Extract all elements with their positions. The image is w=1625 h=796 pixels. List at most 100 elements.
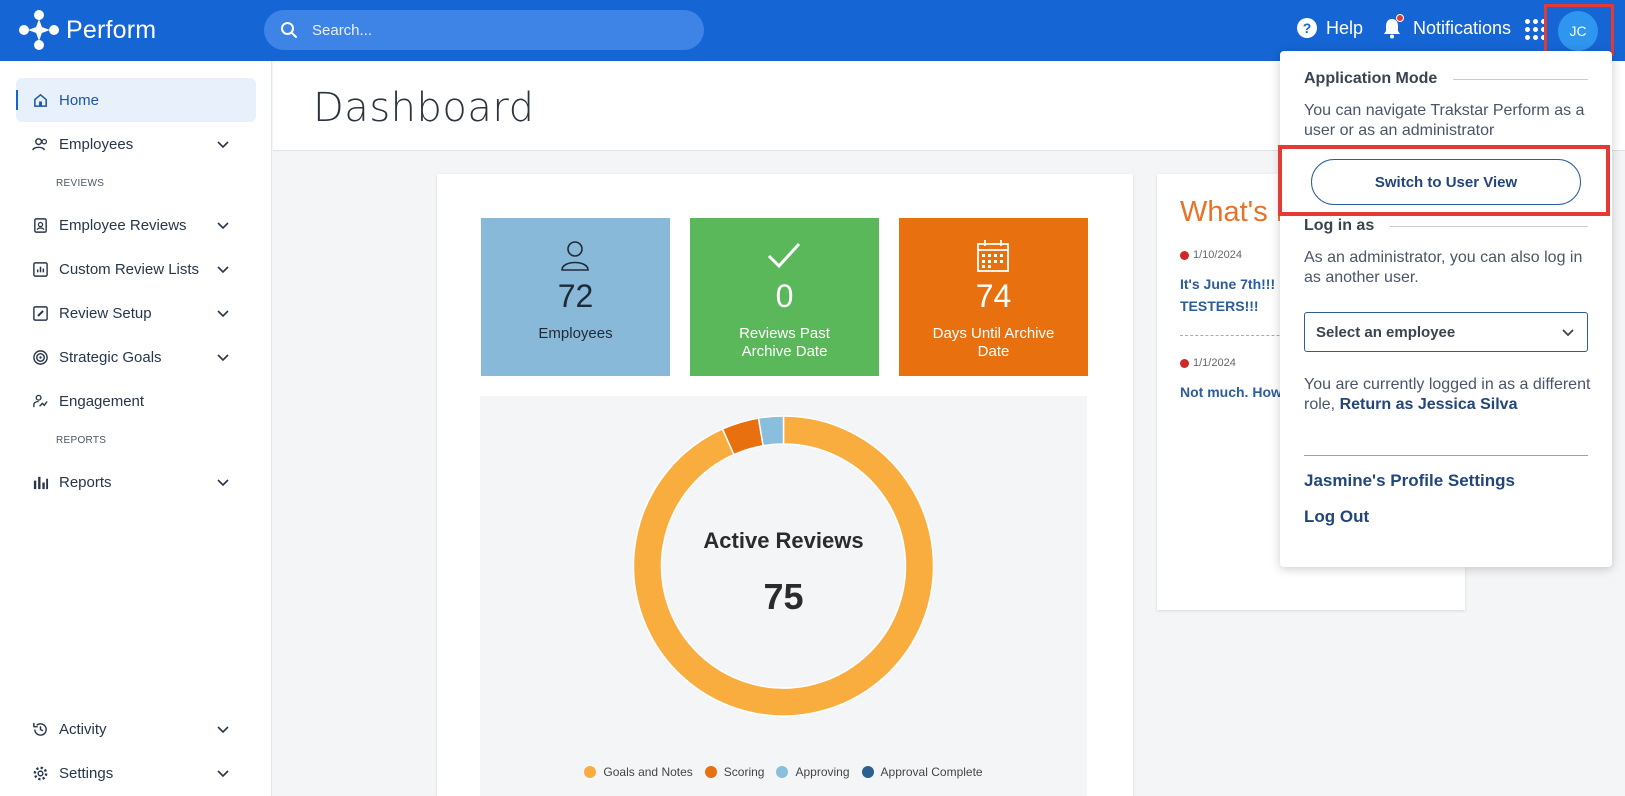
- chevron-down-icon: [217, 310, 229, 318]
- sidebar-item-reports[interactable]: Reports: [16, 460, 256, 504]
- chevron-down-icon: [1562, 329, 1574, 337]
- legend-swatch: [861, 766, 874, 778]
- tile-reviews-past-archive[interactable]: 0 Reviews Past Archive Date: [690, 218, 879, 376]
- tile-employees[interactable]: 72 Employees: [481, 218, 670, 376]
- profile-settings-link[interactable]: Jasmine's Profile Settings: [1304, 471, 1515, 491]
- calendar-icon: [977, 240, 1009, 272]
- edit-document-icon: [33, 305, 48, 321]
- notifications-label: Notifications: [1413, 17, 1512, 38]
- tile-days-until-archive[interactable]: 74 Days Until Archive Date: [899, 218, 1088, 376]
- legend-item[interactable]: Scoring: [704, 765, 765, 779]
- section-label-reports: REPORTS: [56, 435, 107, 446]
- sidebar-item-label: Reports: [59, 473, 112, 491]
- legend-label: Approving: [795, 765, 850, 779]
- history-icon: [33, 722, 47, 736]
- unread-dot-icon: [1180, 358, 1189, 368]
- sidebar-item-settings[interactable]: Settings: [16, 751, 256, 795]
- log-in-as-heading: Log in as: [1304, 217, 1588, 235]
- sidebar-item-custom-review-lists[interactable]: Custom Review Lists: [16, 247, 256, 291]
- avatar-highlight: JC: [1544, 4, 1614, 56]
- sidebar-item-strategic-goals[interactable]: Strategic Goals: [16, 335, 256, 379]
- notification-dot: [1396, 14, 1404, 22]
- svg-text:?: ?: [1303, 20, 1312, 36]
- user-avatar[interactable]: JC: [1558, 11, 1598, 51]
- dashboard-card: 72 Employees 0 Reviews Past Archive Date…: [437, 174, 1133, 796]
- sidebar-item-label: Custom Review Lists: [59, 260, 200, 278]
- select-employee-value: Select an employee: [1316, 323, 1456, 341]
- chart-legend: Goals and Notes Scoring Approving Approval …: [480, 765, 1087, 779]
- legend-label: Scoring: [723, 765, 765, 779]
- logged-in-as-text: You are currently logged in as a differe…: [1304, 376, 1591, 413]
- page-title: Dashboard: [313, 85, 535, 131]
- select-employee-dropdown[interactable]: Select an employee: [1304, 312, 1588, 352]
- news-post-link[interactable]: It's June 7th!!! TESTERS!!!: [1180, 273, 1275, 317]
- help-button[interactable]: ? Help: [1296, 17, 1363, 39]
- perform-logo[interactable]: Perform: [16, 7, 156, 53]
- legend-swatch: [776, 766, 789, 778]
- donut-slice-approving[interactable]: [757, 415, 785, 447]
- app-mode-text: You can navigate Trakstar Perform as a u…: [1304, 102, 1585, 139]
- news-post-link[interactable]: Not much. How: [1180, 381, 1282, 403]
- legend-item[interactable]: Approving: [776, 765, 850, 779]
- chart-total: 75: [763, 576, 804, 617]
- sidebar-item-label: Strategic Goals: [59, 348, 162, 366]
- help-icon: ?: [1297, 18, 1317, 38]
- sidebar-item-engagement[interactable]: Engagement: [16, 379, 256, 423]
- legend-item[interactable]: Approval Complete: [861, 765, 983, 779]
- chart-title: Active Reviews: [703, 528, 864, 553]
- user-menu-dropdown: Application Mode You can navigate Trakst…: [1280, 51, 1612, 567]
- notifications-button[interactable]: Notifications: [1381, 14, 1512, 39]
- return-as-link[interactable]: Return as Jessica Silva: [1340, 396, 1518, 413]
- sidebar-item-label: Employees: [59, 135, 134, 153]
- gear-icon: [33, 766, 48, 780]
- app-name: Perform: [66, 15, 157, 44]
- chevron-down-icon: [217, 222, 229, 230]
- checkmark-icon: [767, 242, 801, 269]
- sidebar: Home Employees REVIEWS Employee Reviews …: [0, 61, 272, 796]
- sidebar-item-label: Activity: [59, 720, 107, 738]
- engagement-icon: [33, 394, 48, 407]
- home-icon: [34, 93, 47, 107]
- legend-swatch: [704, 766, 717, 778]
- active-reviews-chart: Active Reviews 75 Goals and Notes Scoring…: [480, 396, 1087, 796]
- person-icon: [561, 241, 589, 271]
- list-chart-icon: [33, 261, 48, 277]
- donut-slice-goals-and-notes[interactable]: [632, 415, 935, 717]
- bell-icon: [1381, 14, 1404, 39]
- sidebar-item-employee-reviews[interactable]: Employee Reviews: [16, 203, 256, 247]
- sidebar-item-employees[interactable]: Employees: [16, 122, 256, 166]
- people-icon: [32, 137, 48, 150]
- sidebar-item-label: Settings: [59, 764, 114, 782]
- search-bar[interactable]: [264, 10, 704, 50]
- legend-swatch: [584, 766, 597, 778]
- sidebar-item-label: Review Setup: [59, 304, 152, 322]
- log-in-as-text: As an administrator, you can also log in…: [1304, 249, 1583, 286]
- chevron-down-icon: [217, 141, 229, 149]
- tile-label: Reviews Past Archive Date: [739, 325, 830, 360]
- tile-label: Days Until Archive Date: [932, 325, 1055, 360]
- sidebar-item-label: Employee Reviews: [59, 216, 187, 234]
- search-icon: [281, 22, 297, 38]
- help-label: Help: [1326, 17, 1364, 38]
- tile-value: 72: [557, 278, 594, 314]
- log-out-link[interactable]: Log Out: [1304, 507, 1369, 527]
- legend-label: Approval Complete: [880, 765, 983, 779]
- news-date: 1/10/2024: [1180, 249, 1242, 261]
- chevron-down-icon: [217, 770, 229, 778]
- search-input[interactable]: [312, 21, 672, 39]
- review-badge-icon: [34, 217, 47, 233]
- section-label-reviews: REVIEWS: [56, 178, 105, 189]
- chevron-down-icon: [217, 354, 229, 362]
- chevron-down-icon: [217, 726, 229, 734]
- sidebar-item-review-setup[interactable]: Review Setup: [16, 291, 256, 335]
- sidebar-item-activity[interactable]: Activity: [16, 707, 256, 751]
- panel-divider: [1304, 455, 1588, 456]
- legend-item[interactable]: Goals and Notes: [584, 765, 693, 779]
- chevron-down-icon: [217, 266, 229, 274]
- tile-label: Employees: [538, 325, 613, 342]
- news-date: 1/1/2024: [1180, 357, 1236, 369]
- bar-chart-icon: [33, 476, 49, 489]
- legend-label: Goals and Notes: [603, 765, 693, 779]
- sidebar-item-home[interactable]: Home: [16, 78, 256, 122]
- perform-logo-icon: [19, 10, 59, 50]
